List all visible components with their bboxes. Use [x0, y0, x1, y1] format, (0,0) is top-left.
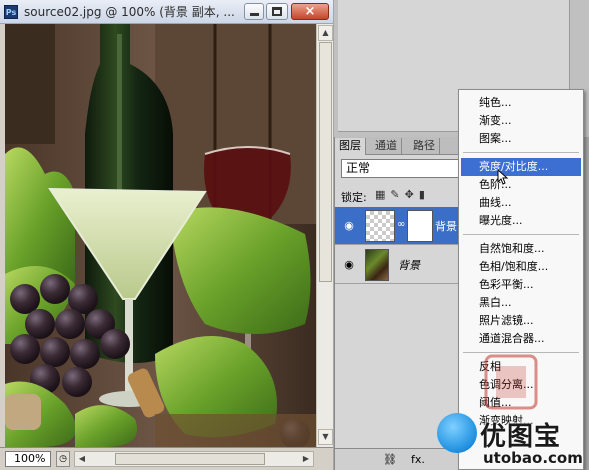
menu-item-photo-filter[interactable]: 照片滤镜...	[461, 312, 581, 330]
scroll-up-icon[interactable]: ▲	[318, 25, 333, 41]
vertical-scrollbar[interactable]: ▲ ▼	[316, 24, 333, 447]
menu-item-levels[interactable]: 色阶...	[461, 176, 581, 194]
layer-thumbnail	[365, 249, 389, 281]
menu-item-gradient[interactable]: 渐变...	[461, 112, 581, 130]
document-status-bar: 100% ◷ ◀ ▶	[0, 447, 333, 470]
scroll-down-icon[interactable]: ▼	[318, 429, 333, 445]
watermark-stamp	[484, 354, 538, 410]
fx-icon[interactable]: fx.	[411, 453, 425, 466]
document-title: source02.jpg @ 100% (背景 副本, ...	[24, 5, 235, 19]
close-icon: ×	[304, 4, 316, 19]
lock-icons[interactable]: ▦✎✥▮	[375, 188, 430, 201]
document-titlebar[interactable]: Ps source02.jpg @ 100% (背景 副本, ... ×	[0, 0, 333, 24]
menu-separator	[463, 234, 579, 235]
tab-paths[interactable]: 路径	[409, 138, 440, 155]
vertical-scroll-thumb[interactable]	[319, 42, 332, 282]
minimize-icon	[250, 13, 259, 16]
close-button[interactable]: ×	[291, 3, 329, 20]
tab-layers[interactable]: 图层	[335, 138, 366, 155]
watermark-url: utobao.com	[483, 449, 583, 467]
layer-name: 背景	[435, 220, 457, 233]
panel-tabs: 图层 通道 路径	[335, 137, 465, 155]
document-window: Ps source02.jpg @ 100% (背景 副本, ... × ▲ ▼…	[0, 0, 333, 470]
maximize-button[interactable]	[266, 3, 288, 20]
lock-paint-icon[interactable]: ✎	[390, 188, 404, 201]
layer-mask-thumbnail[interactable]	[407, 210, 433, 242]
eye-icon[interactable]: ◉	[341, 219, 357, 233]
lock-all-icon[interactable]: ▮	[419, 188, 430, 201]
chain-link-icon[interactable]: ∞	[397, 219, 405, 230]
menu-item-brightness-contrast[interactable]: 亮度/对比度...	[461, 158, 581, 176]
tab-channels[interactable]: 通道	[371, 138, 402, 155]
layer-name: 背景	[398, 259, 420, 272]
menu-separator	[463, 152, 579, 153]
lock-move-icon[interactable]: ✥	[405, 188, 419, 201]
zoom-level-field[interactable]: 100%	[5, 451, 51, 467]
blend-mode-select[interactable]: 正常	[341, 159, 461, 178]
menu-item-curves[interactable]: 曲线...	[461, 194, 581, 212]
menu-item-color-balance[interactable]: 色彩平衡...	[461, 276, 581, 294]
status-info-icon[interactable]: ◷	[56, 451, 70, 467]
mouse-cursor-icon	[497, 169, 509, 185]
scroll-left-icon[interactable]: ◀	[75, 452, 89, 466]
photoshop-app-icon: Ps	[4, 5, 18, 19]
watermark-site-name: 优图宝	[480, 422, 562, 452]
minimize-button[interactable]	[244, 3, 264, 20]
eye-icon[interactable]: ◉	[341, 258, 357, 272]
menu-item-black-white[interactable]: 黑白...	[461, 294, 581, 312]
scroll-right-icon[interactable]: ▶	[299, 452, 313, 466]
layer-row[interactable]: ◉ ∞ 背景	[335, 207, 465, 245]
watermark-bird-logo-icon	[437, 413, 477, 453]
horizontal-scroll-thumb[interactable]	[115, 453, 265, 465]
menu-item-exposure[interactable]: 曝光度...	[461, 212, 581, 230]
lock-transparency-icon[interactable]: ▦	[375, 188, 390, 201]
menu-item-vibrance[interactable]: 自然饱和度...	[461, 240, 581, 258]
link-icon[interactable]: ⛓	[383, 453, 397, 466]
wine-photo	[5, 24, 316, 447]
layers-footer: ⛓ fx.	[335, 448, 465, 470]
layer-thumbnail	[365, 210, 395, 242]
menu-item-hue-saturation[interactable]: 色相/饱和度...	[461, 258, 581, 276]
menu-item-channel-mixer[interactable]: 通道混合器...	[461, 330, 581, 348]
menu-item-solid-color[interactable]: 纯色...	[461, 94, 581, 112]
menu-item-pattern[interactable]: 图案...	[461, 130, 581, 148]
maximize-icon	[272, 7, 282, 16]
layer-row[interactable]: ◉ 背景	[335, 246, 465, 284]
image-canvas[interactable]	[5, 24, 316, 447]
adjustment-layer-menu: 纯色... 渐变... 图案... 亮度/对比度... 色阶... 曲线... …	[458, 89, 584, 470]
lock-label: 锁定:	[341, 191, 367, 204]
horizontal-scrollbar[interactable]: ◀ ▶	[74, 451, 314, 467]
